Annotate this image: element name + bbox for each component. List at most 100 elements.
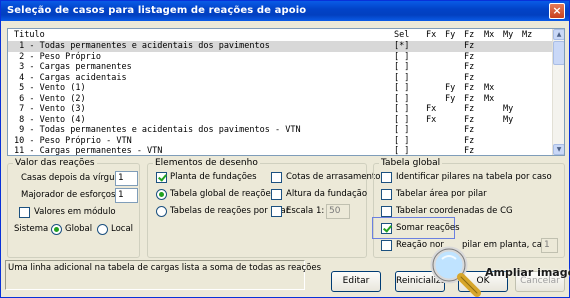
table-row[interactable]: 7 - Vento (3) [ ] Fx Fz My: [8, 104, 553, 115]
cell-fz: Fz: [464, 51, 475, 62]
cell-my: My: [503, 104, 514, 114]
cell-titulo: 9 - Todas permanentes e acidentais dos p…: [14, 125, 301, 135]
cell-sel: [ ]: [394, 83, 410, 93]
cell-titulo: 2 - Peso Próprio: [14, 51, 101, 62]
cell-sel: [ ]: [394, 62, 410, 72]
sistema-label: Sistema: [14, 224, 49, 234]
area-checkbox[interactable]: [381, 189, 392, 200]
identificar-checkbox[interactable]: [381, 172, 392, 183]
cell-sel: [ ]: [394, 72, 410, 83]
local-label: Local: [111, 224, 134, 234]
scroll-down-icon[interactable]: ▼: [553, 144, 564, 155]
table-row[interactable]: 9 - Todas permanentes e acidentais dos p…: [8, 125, 553, 136]
table-row[interactable]: 11 - Cargas permanentes - VTN [ ] Fz: [8, 146, 553, 156]
somar-label: Somar reações: [396, 223, 460, 233]
col-header-sel: Sel: [394, 30, 410, 40]
cotas-checkbox[interactable]: [271, 172, 282, 183]
cell-fz: Fz: [464, 62, 475, 72]
cell-titulo: 1 - Todas permanentes e acidentais dos p…: [14, 41, 270, 51]
table-row[interactable]: 6 - Vento (2) [ ] Fy Fz Mx: [8, 94, 553, 105]
window-title: Seleção de casos para listagem de reaçõe…: [7, 5, 307, 16]
table-row[interactable]: 2 - Peso Próprio [ ] Fz: [8, 52, 553, 63]
cell-sel: [ ]: [394, 135, 410, 146]
casas-input[interactable]: 1: [115, 171, 138, 186]
cell-fy: Fy: [445, 83, 456, 93]
col-header-fz: Fz: [464, 30, 475, 40]
cell-sel: [ ]: [394, 125, 410, 135]
cell-fz: Fz: [464, 125, 475, 135]
table-row[interactable]: 4 - Cargas acidentais [ ] Fz: [8, 73, 553, 84]
list-scrollbar[interactable]: ▲ ▼: [552, 29, 564, 155]
editar-button[interactable]: Editar: [331, 271, 381, 292]
group-tabela-legend: Tabela global: [379, 158, 443, 168]
planta-checkbox[interactable]: [156, 172, 167, 183]
group-desenho-legend: Elementos de desenho: [153, 158, 260, 168]
cell-titulo: 7 - Vento (3): [14, 104, 86, 114]
tabela-global-radio[interactable]: [156, 189, 167, 200]
reacao-caso-input[interactable]: 1: [541, 238, 558, 253]
cell-my: My: [503, 114, 514, 125]
table-row[interactable]: 5 - Vento (1) [ ] Fy Fz Mx: [8, 83, 553, 94]
cell-fz: Fz: [464, 146, 475, 156]
local-radio[interactable]: [97, 224, 108, 235]
cases-list: Titulo Sel Fx Fy Fz Mx My Mz 1 - Todas p…: [8, 29, 553, 155]
cotas-label: Cotas de arrasamento: [286, 172, 381, 182]
casas-label: Casas depois da vírgula: [21, 173, 123, 183]
scroll-thumb[interactable]: [553, 41, 564, 65]
dialog-window: Seleção de casos para listagem de reaçõe…: [0, 0, 570, 298]
modulo-checkbox[interactable]: [19, 207, 30, 218]
cell-sel: [ ]: [394, 146, 410, 156]
cell-titulo: 10 - Peso Próprio - VTN: [14, 135, 132, 146]
title-bar[interactable]: Seleção de casos para listagem de reaçõe…: [1, 1, 569, 21]
cell-fz: Fz: [464, 41, 475, 51]
cell-titulo: 4 - Cargas acidentais: [14, 72, 127, 83]
altura-checkbox[interactable]: [271, 189, 282, 200]
table-row[interactable]: 1 - Todas permanentes e acidentais dos p…: [8, 41, 553, 52]
scroll-up-icon[interactable]: ▲: [553, 29, 564, 40]
cases-listbox[interactable]: Titulo Sel Fx Fy Fz Mx My Mz 1 - Todas p…: [7, 28, 565, 156]
area-label: Tabelar área por pilar: [396, 189, 487, 199]
cell-fz: Fz: [464, 135, 475, 146]
ampliar-imagem-label[interactable]: Ampliar imagem: [485, 266, 570, 279]
reacao-checkbox[interactable]: [381, 240, 392, 251]
majorador-input[interactable]: 1: [115, 188, 138, 203]
status-text: Uma linha adicional na tabela de cargas …: [8, 263, 322, 273]
table-row[interactable]: 8 - Vento (4) [ ] Fx Fz My: [8, 115, 553, 126]
cell-titulo: 6 - Vento (2): [14, 93, 86, 104]
cell-mx: Mx: [484, 83, 495, 93]
global-radio[interactable]: [51, 224, 62, 235]
coordenadas-label: Tabelar coordenadas de CG: [396, 206, 513, 216]
magnifier-icon[interactable]: [427, 243, 483, 298]
escala-input[interactable]: 50: [326, 204, 350, 219]
cell-sel: [ ]: [394, 104, 410, 114]
table-row[interactable]: 10 - Peso Próprio - VTN [ ] Fz: [8, 136, 553, 147]
coordenadas-checkbox[interactable]: [381, 206, 392, 217]
identificar-label: Identificar pilares na tabela por caso: [396, 172, 552, 182]
planta-label: Planta de fundações: [170, 172, 257, 182]
group-valor-legend: Valor das reações: [13, 158, 97, 168]
cell-sel: [ ]: [394, 51, 410, 62]
col-header-mz: Mz: [522, 30, 533, 40]
majorador-label: Majorador de esforços: [21, 190, 116, 200]
col-header-my: My: [503, 30, 514, 40]
table-row[interactable]: 3 - Cargas permanentes [ ] Fz: [8, 62, 553, 73]
modulo-label: Valores em módulo: [34, 207, 116, 217]
cell-sel: [ ]: [394, 114, 410, 125]
cell-fz: Fz: [464, 114, 475, 125]
escala-checkbox[interactable]: [271, 206, 282, 217]
cell-fx: Fx: [426, 114, 437, 125]
col-header-mx: Mx: [484, 30, 495, 40]
cell-titulo: 8 - Vento (4): [14, 114, 86, 125]
cell-titulo: 11 - Cargas permanentes - VTN: [14, 146, 163, 156]
escala-label: Escala 1:: [286, 206, 325, 216]
somar-checkbox[interactable]: [381, 223, 392, 234]
cell-fx: Fx: [426, 104, 437, 114]
cell-fy: Fy: [445, 93, 456, 104]
cell-fz: Fz: [464, 83, 475, 93]
close-icon: ×: [552, 4, 562, 17]
cell-titulo: 5 - Vento (1): [14, 83, 86, 93]
cell-titulo: 3 - Cargas permanentes: [14, 62, 132, 72]
altura-label: Altura da fundação: [286, 189, 368, 199]
close-button[interactable]: ×: [549, 3, 565, 19]
tabelas-pilar-radio[interactable]: [156, 206, 167, 217]
